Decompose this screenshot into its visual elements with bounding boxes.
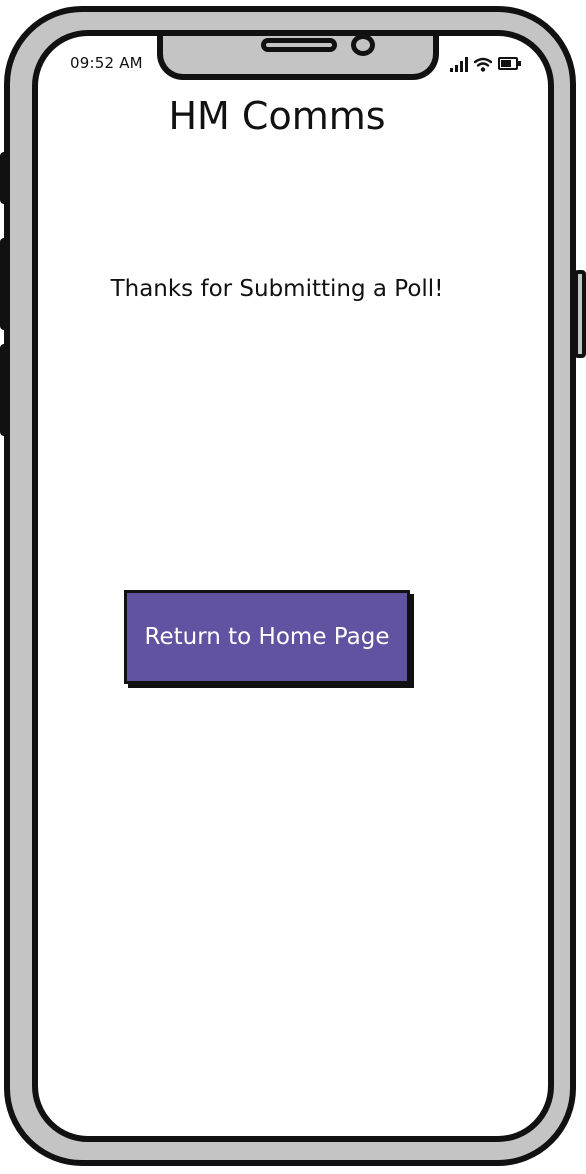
- return-home-button[interactable]: Return to Home Page: [124, 590, 410, 684]
- notch: [157, 36, 439, 80]
- wifi-icon: [474, 57, 492, 72]
- speaker-icon: [261, 38, 337, 52]
- signal-icon: [450, 56, 468, 72]
- phone-screen: 09:52 AM HM Comms Thanks for Submitting …: [32, 30, 554, 1142]
- status-icons: [450, 52, 521, 72]
- status-time: 09:52 AM: [70, 54, 143, 72]
- page-title: HM Comms: [168, 94, 386, 138]
- camera-icon: [351, 36, 375, 56]
- thanks-message: Thanks for Submitting a Poll!: [110, 276, 444, 302]
- phone-mockup: 09:52 AM HM Comms Thanks for Submitting …: [0, 0, 586, 1174]
- battery-icon: [498, 57, 521, 70]
